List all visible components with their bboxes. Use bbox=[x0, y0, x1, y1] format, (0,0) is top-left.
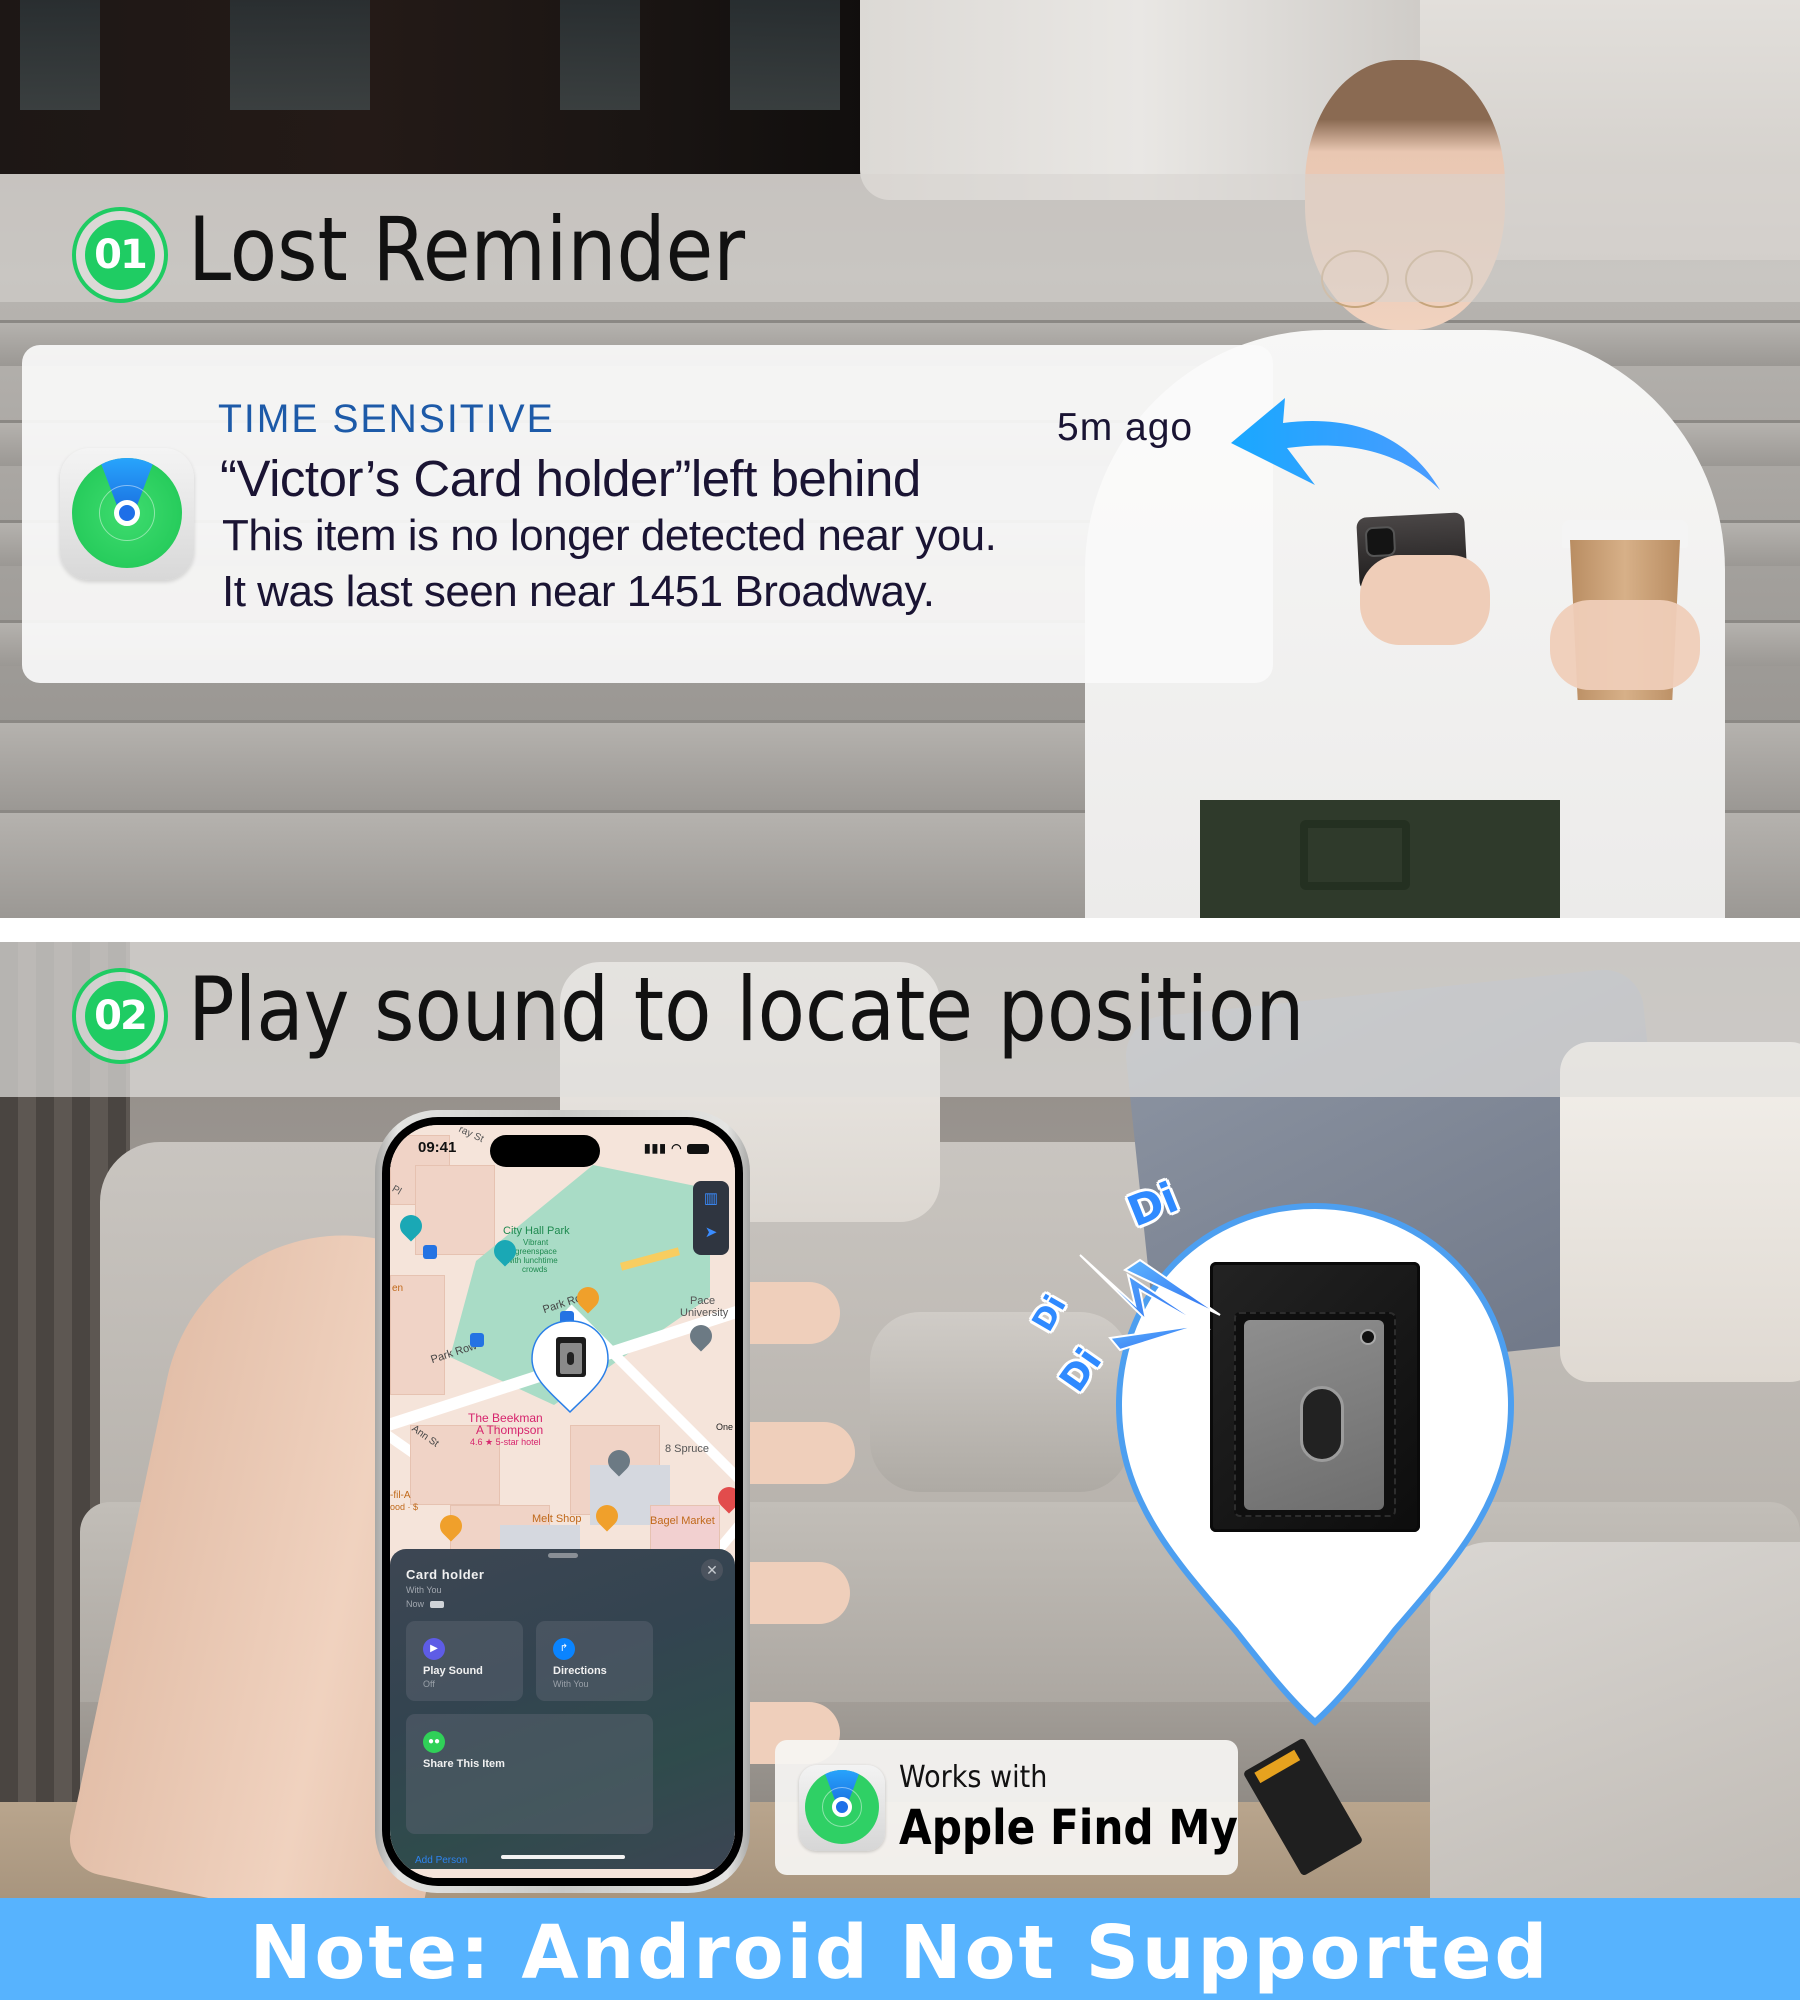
close-icon: ✕ bbox=[706, 1562, 718, 1578]
directions-icon: ↱ bbox=[553, 1638, 575, 1660]
close-button[interactable]: ✕ bbox=[701, 1559, 723, 1581]
play-icon: ▶ bbox=[423, 1638, 445, 1660]
find-my-icon bbox=[799, 1765, 885, 1851]
home-indicator[interactable] bbox=[500, 1855, 625, 1859]
item-detail-sheet: Card holder With You Now ✕ ▶ Play Sound … bbox=[390, 1549, 735, 1869]
sheet-grabber[interactable] bbox=[547, 1553, 578, 1558]
notification-timestamp: 5m ago bbox=[1057, 406, 1194, 449]
works-with-label: Works with bbox=[899, 1760, 1048, 1795]
status-icons: ▮▮▮ ◠ bbox=[644, 1141, 709, 1155]
battery-icon bbox=[429, 1601, 444, 1609]
iphone: 09:41 ▮▮▮ ◠ ▥ ➤ City Hall Park Vibrant g… bbox=[375, 1110, 750, 1893]
map-label-8-spruce: 8 Spruce bbox=[665, 1443, 710, 1455]
notification-title: “Victor’s Card holder”left behind bbox=[220, 450, 921, 507]
apple-find-my-label: Apple Find My bbox=[899, 1800, 1238, 1856]
item-name: Card holder bbox=[406, 1567, 485, 1582]
status-time: 09:41 bbox=[418, 1139, 457, 1156]
people-icon: ●● bbox=[423, 1731, 445, 1753]
item-location-pin[interactable] bbox=[530, 1319, 610, 1414]
map-label-melt-shop: Melt Shop bbox=[532, 1513, 582, 1525]
find-my-icon bbox=[60, 448, 194, 580]
share-item-button[interactable]: ●● Share This Item bbox=[406, 1714, 653, 1834]
step-badge-01: 01 bbox=[72, 207, 168, 303]
android-not-supported-note: Note: Android Not Supported bbox=[249, 1910, 1551, 1996]
bus-stop-icon bbox=[423, 1245, 437, 1259]
map-label-bagel-market: Bagel Market bbox=[650, 1515, 715, 1527]
location-arrow-icon[interactable]: ➤ bbox=[693, 1223, 729, 1241]
dynamic-island bbox=[490, 1135, 600, 1167]
item-status: With You bbox=[406, 1585, 442, 1595]
wifi-icon: ◠ bbox=[671, 1141, 683, 1155]
time-sensitive-label: TIME SENSITIVE bbox=[218, 397, 555, 441]
curved-arrow-icon bbox=[1231, 398, 1440, 490]
building-door bbox=[0, 0, 910, 174]
directions-button[interactable]: ↱ Directions With You bbox=[536, 1621, 653, 1701]
signal-icon: ▮▮▮ bbox=[644, 1141, 667, 1155]
works-with-find-my-badge: Works with Apple Find My bbox=[775, 1740, 1238, 1875]
battery-icon bbox=[687, 1143, 709, 1154]
map-label-park: City Hall Park bbox=[503, 1225, 570, 1237]
map-mode-icon[interactable]: ▥ bbox=[693, 1189, 729, 1207]
item-updated: Now bbox=[406, 1599, 444, 1609]
step-badge-02: 02 bbox=[72, 968, 168, 1064]
notification-body-line1: This item is no longer detected near you… bbox=[222, 511, 997, 560]
footer-note-banner: Note: Android Not Supported bbox=[0, 1898, 1800, 2000]
map-controls: ▥ ➤ bbox=[693, 1181, 729, 1255]
play-sound-button[interactable]: ▶ Play Sound Off bbox=[406, 1621, 523, 1701]
section1-title: Lost Reminder bbox=[188, 198, 746, 301]
find-my-screen: 09:41 ▮▮▮ ◠ ▥ ➤ City Hall Park Vibrant g… bbox=[390, 1125, 735, 1878]
notification-body-line2: It was last seen near 1451 Broadway. bbox=[222, 567, 935, 616]
bus-stop-icon bbox=[470, 1333, 484, 1347]
section2-title: Play sound to locate position bbox=[188, 958, 1305, 1061]
map-label-university: Pace bbox=[690, 1295, 716, 1307]
add-person-link[interactable]: Add Person bbox=[415, 1855, 467, 1866]
